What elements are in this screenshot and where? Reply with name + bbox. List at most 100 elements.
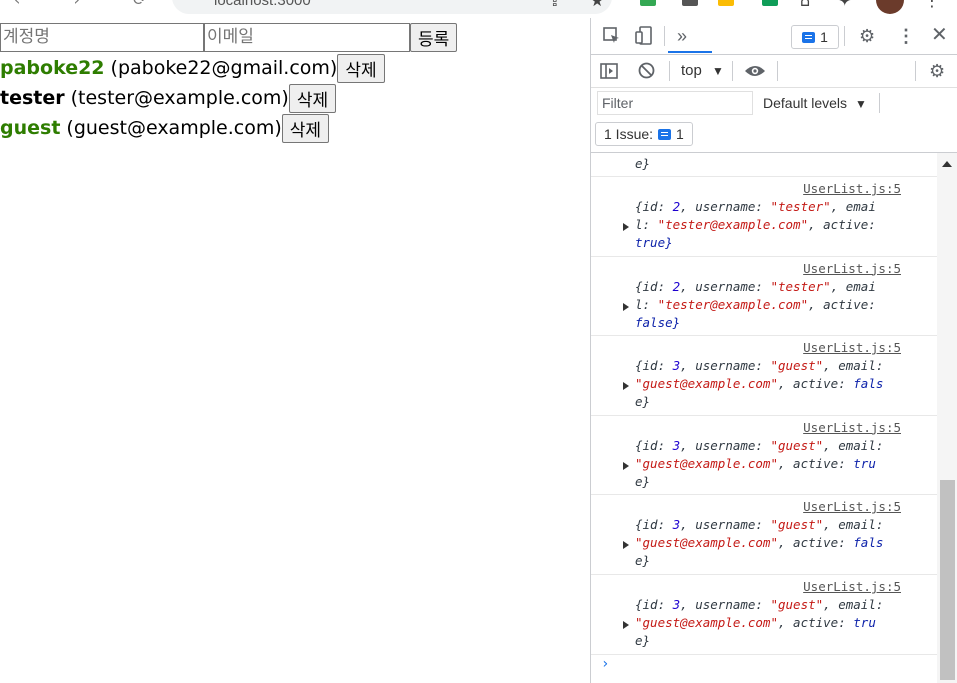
console-token: , email: <box>823 358 884 374</box>
devtools-toolbar: » 1 ⚙ ⋮ ✕ <box>591 18 957 55</box>
console-token: e} <box>635 553 651 569</box>
console-token: {id: <box>635 517 673 533</box>
console-token: l: <box>635 296 658 312</box>
extension-icon-green2[interactable] <box>762 0 778 6</box>
console-token: "guest" <box>770 437 824 453</box>
console-log-entry[interactable]: UserList.js:5 {id: 3, username: "guest", … <box>591 574 937 655</box>
extensions-puzzle-icon[interactable]: ✦ <box>838 0 851 10</box>
clear-console-icon[interactable] <box>638 62 655 79</box>
issues-counter[interactable]: 1 <box>791 25 839 49</box>
user-row: guest (guest@example.com) 삭제 <box>0 113 330 143</box>
console-object-line: {id: 2, username: "tester", emai <box>635 199 876 214</box>
more-tabs-icon[interactable]: » <box>677 26 687 47</box>
expand-triangle-icon[interactable] <box>623 541 629 550</box>
console-token: , active: <box>778 535 854 551</box>
log-levels-dropdown[interactable]: Default levels ▼ <box>763 95 867 111</box>
share-icon[interactable]: ⇪ <box>548 0 561 10</box>
expand-triangle-icon[interactable] <box>623 382 629 391</box>
username-input[interactable] <box>0 22 204 52</box>
console-object-line: {id: 3, username: "guest", email: <box>635 597 883 612</box>
expand-triangle-icon[interactable] <box>623 621 629 629</box>
console-token: "tester@example.com" <box>657 217 809 232</box>
issues-bar: 1 Issue: 1 <box>591 118 957 153</box>
console-token: {id: <box>635 358 673 374</box>
bookmark-star-icon[interactable]: ★ <box>590 0 604 10</box>
source-link[interactable]: UserList.js:5 <box>803 499 901 514</box>
console-object-line: "guest@example.com", active: tru <box>635 456 876 471</box>
devtools-panel: » 1 ⚙ ⋮ ✕ top ▼ ⚙ Filter Default levels … <box>590 18 957 683</box>
extension-icon-green[interactable] <box>640 0 656 6</box>
console-object-line: "guest@example.com", active: fals <box>635 535 883 550</box>
console-token: "tester" <box>770 199 831 214</box>
console-prompt-icon[interactable]: › <box>601 656 609 672</box>
console-token: , username: <box>680 358 771 374</box>
source-link[interactable]: UserList.js:5 <box>803 261 901 276</box>
console-log-entry[interactable]: UserList.js:5 {id: 2, username: "tester",… <box>591 176 937 257</box>
context-select[interactable]: top ▼ <box>681 62 724 79</box>
message-icon <box>658 128 672 140</box>
delete-button[interactable]: 삭제 <box>337 53 385 83</box>
device-toolbar-icon[interactable] <box>635 26 653 46</box>
console-token: "tester" <box>770 278 831 294</box>
source-link[interactable]: UserList.js:5 <box>803 340 901 355</box>
console-token: "guest@example.com" <box>635 376 778 392</box>
expand-triangle-icon[interactable] <box>623 461 629 470</box>
user-email: (guest@example.com) <box>66 117 282 139</box>
user-name: paboke22 <box>0 57 105 79</box>
issues-button[interactable]: 1 Issue: 1 <box>595 122 693 146</box>
browser-menu-icon[interactable]: ⋮ <box>924 0 940 10</box>
kebab-menu-icon[interactable]: ⋮ <box>897 27 915 45</box>
settings-gear-icon[interactable]: ⚙ <box>859 27 875 45</box>
browser-toolbar: ‹ › ⟳ ⌂ localhost:3000 ⇪ ★ ⌂ ✦ ⋮ <box>0 0 957 18</box>
console-log-entry[interactable]: UserList.js:5 {id: 2, username: "tester",… <box>591 256 937 337</box>
extension-icon-yellow[interactable] <box>718 0 734 6</box>
console-token: {id: <box>635 199 673 214</box>
scrollbar-thumb[interactable] <box>940 480 955 680</box>
delete-button[interactable]: 삭제 <box>288 83 337 113</box>
user-email: (tester@example.com) <box>70 87 289 109</box>
close-icon[interactable]: ✕ <box>931 25 948 45</box>
email-input[interactable] <box>204 22 410 52</box>
console-token: "tester@example.com" <box>657 296 809 312</box>
console-token: true} <box>635 235 673 250</box>
console-output[interactable]: e} UserList.js:5 {id: 2, username: "tester… <box>591 153 937 683</box>
console-object-line: e} <box>635 633 650 648</box>
console-token: , active: <box>778 615 854 630</box>
console-token: , email: <box>823 437 884 453</box>
extension-icon-dark[interactable] <box>682 0 698 6</box>
console-token: "guest" <box>770 597 824 612</box>
console-log-entry[interactable]: UserList.js:5 {id: 3, username: "guest", … <box>591 494 937 575</box>
toolbar-divider <box>664 26 665 46</box>
console-token: , email: <box>823 517 884 533</box>
expand-triangle-icon[interactable] <box>623 223 629 231</box>
console-token: tru <box>853 615 876 630</box>
inspect-element-icon[interactable] <box>603 27 621 45</box>
profile-avatar[interactable] <box>876 0 904 14</box>
chevron-down-icon: ▼ <box>854 97 867 111</box>
console-log-entry[interactable]: UserList.js:5 {id: 3, username: "guest", … <box>591 335 937 416</box>
console-token: e} <box>635 473 651 489</box>
log-levels-label: Default levels <box>763 95 848 111</box>
console-object-line: {id: 3, username: "guest", email: <box>635 517 883 532</box>
register-button[interactable]: 등록 <box>410 22 458 52</box>
scroll-up-arrow-icon[interactable] <box>942 161 952 167</box>
expand-triangle-icon[interactable] <box>623 302 629 311</box>
toolbar-divider <box>732 61 733 81</box>
toolbar-divider <box>777 61 778 81</box>
source-link[interactable]: UserList.js:5 <box>803 181 901 196</box>
home-icon[interactable]: ⌂ <box>800 0 810 10</box>
console-log-entry[interactable]: UserList.js:5 {id: 3, username: "guest", … <box>591 415 937 496</box>
delete-button[interactable]: 삭제 <box>281 113 330 143</box>
console-scrollbar[interactable] <box>937 153 957 683</box>
console-token: {id: <box>635 278 673 294</box>
sidebar-toggle-icon[interactable] <box>600 63 618 79</box>
live-expression-eye-icon[interactable] <box>744 64 766 78</box>
address-text[interactable]: localhost:3000 <box>214 0 311 9</box>
source-link[interactable]: UserList.js:5 <box>803 420 901 435</box>
console-object-line: e} <box>635 553 650 568</box>
console-toolbar: top ▼ ⚙ <box>591 55 957 88</box>
filter-input[interactable] <box>597 91 753 115</box>
user-name: tester <box>0 87 65 109</box>
source-link[interactable]: UserList.js:5 <box>803 579 901 594</box>
console-settings-gear-icon[interactable]: ⚙ <box>929 62 945 80</box>
